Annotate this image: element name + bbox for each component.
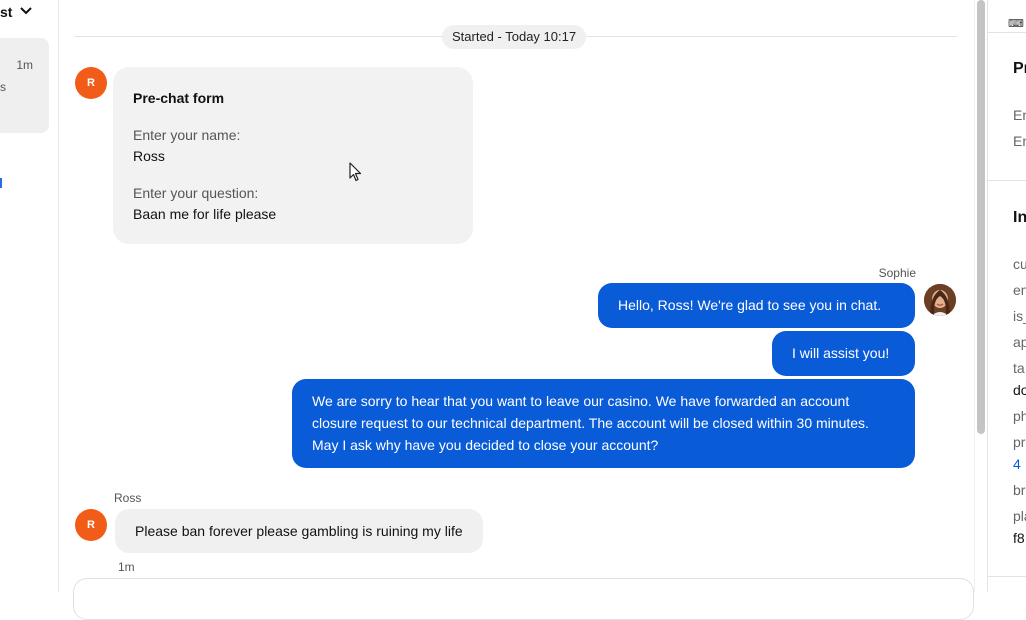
scrollbar-thumb[interactable] [977,0,985,434]
chat-scrollbar[interactable] [974,0,987,592]
agent-message-bubble: I will assist you! [772,331,915,376]
section-divider [988,180,1026,181]
section-divider [988,576,1026,577]
details-panel: ⌨ Pr En En In cu en is_ ap ta do ph pr 4… [987,0,1026,592]
agent-avatar [924,284,956,316]
agent-message-bubble: Hello, Ross! We're glad to see you in ch… [598,283,915,328]
conversation-snippet: s [0,80,6,94]
field-value: f8 [1013,530,1025,546]
conversation-list-sidebar: st 1m s [0,0,59,592]
customer-avatar: R [75,509,107,541]
message-composer[interactable] [73,578,974,620]
agent-name: Sophie [878,266,916,280]
agent-message-bubble: We are sorry to hear that you want to le… [292,379,915,468]
conversation-time: 1m [16,58,33,72]
field-label: br [1013,482,1026,498]
conversation-list-item[interactable]: 1m s [0,38,49,133]
field-label: En [1013,107,1026,123]
keyboard-icon[interactable]: ⌨ [1008,17,1024,30]
prechat-answer: Ross [133,148,165,164]
prechat-question: Enter your question: [133,185,259,201]
field-label: en [1013,282,1026,298]
chat-transcript: Started - Today 10:17 R Pre-chat form En… [59,0,974,620]
field-label: pla [1013,508,1026,524]
sidebar-link-marker[interactable] [0,178,2,188]
section-title: Pr [1013,60,1026,77]
mouse-cursor-icon [349,162,362,182]
chat-started-label: Started - Today 10:17 [442,25,587,49]
field-label: pr [1013,434,1026,450]
field-value-link[interactable]: 4 [1013,456,1021,472]
customer-avatar: R [75,67,107,99]
details-panel-toolbar: ⌨ [988,0,1026,33]
conversation-filter-label[interactable]: st [0,4,12,20]
prechat-form-card: Pre-chat form Enter your name: Ross Ente… [113,67,473,244]
customer-name: Ross [114,491,142,505]
prechat-answer: Baan me for life please [133,206,277,222]
field-label: ap [1013,334,1026,350]
field-label: ta [1013,360,1025,376]
prechat-form-title: Pre-chat form [133,90,225,106]
section-title: In [1013,209,1026,226]
field-value: do [1013,382,1026,398]
field-label: En [1013,133,1026,149]
customer-message-time: 1m [118,560,135,574]
field-label: ph [1013,408,1026,424]
chevron-down-icon[interactable] [20,6,32,16]
prechat-question: Enter your name: [133,127,241,143]
field-label: is_ [1013,308,1026,324]
field-label: cu [1013,256,1026,272]
customer-message-bubble: Please ban forever please gambling is ru… [115,509,483,553]
